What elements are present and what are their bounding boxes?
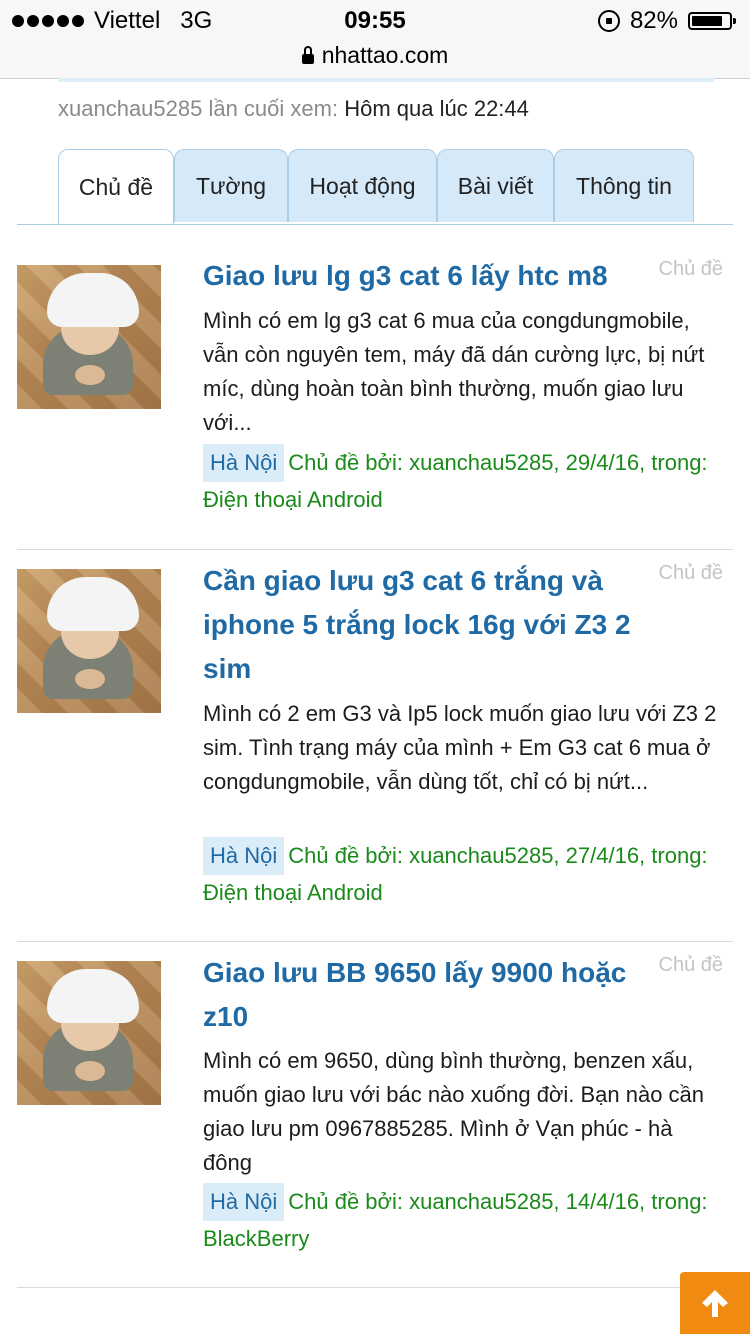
rotation-lock-icon xyxy=(597,10,620,32)
thread-type: Chủ đề xyxy=(658,258,724,280)
last-seen: xuanchau5285 lần cuối xem: Hôm qua lúc 2… xyxy=(58,96,529,122)
status-right: 82% xyxy=(597,7,736,35)
thread-excerpt: Mình có 2 em G3 và Ip5 lock muốn giao lư… xyxy=(203,701,717,794)
thread-type: Chủ đề xyxy=(658,562,724,584)
battery-icon xyxy=(688,12,736,30)
profile-tabs: Chủ đề Tường Hoạt động Bài viết Thông ti… xyxy=(17,149,733,225)
location-badge[interactable]: Hà Nội xyxy=(203,1183,285,1221)
location-badge[interactable]: Hà Nội xyxy=(203,444,285,482)
arrow-up-icon xyxy=(702,1290,728,1317)
location-badge[interactable]: Hà Nội xyxy=(203,837,285,875)
list-item: Giao lưu lg g3 cat 6 lấy htc m8 Chủ đề M… xyxy=(17,224,733,550)
last-seen-value: Hôm qua lúc 22:44 xyxy=(344,96,529,121)
battery-percentage: 82% xyxy=(629,7,678,34)
status-bar: Viettel 3G 09:55 82% xyxy=(0,0,750,40)
list-item: Giao lưu BB 9650 lấy 9900 hoặc z10 Chủ đ… xyxy=(17,941,733,1288)
avatar[interactable] xyxy=(17,961,161,1105)
tab-tuong[interactable]: Tường xyxy=(174,149,288,222)
avatar[interactable] xyxy=(17,569,161,713)
thread-type: Chủ đề xyxy=(658,954,724,976)
url-domain[interactable]: nhattao.com xyxy=(322,42,449,69)
thread-meta: Hà Nội Chủ đề bởi: xuanchau5285, 27/4/16,… xyxy=(203,837,723,911)
scroll-top-button[interactable] xyxy=(680,1272,750,1334)
header-divider xyxy=(58,78,714,82)
battery-fill xyxy=(692,16,722,26)
thread-meta: Hà Nội Chủ đề bởi: xuanchau5285, 14/4/16,… xyxy=(203,1183,723,1257)
thread-excerpt: Mình có em lg g3 cat 6 mua của congdungm… xyxy=(203,308,705,435)
address-bar[interactable]: nhattao.com xyxy=(0,40,750,79)
tab-thong-tin[interactable]: Thông tin xyxy=(554,149,694,222)
tab-bai-viet[interactable]: Bài viết xyxy=(437,149,554,222)
padlock-icon xyxy=(301,45,314,64)
tab-hoat-dong[interactable]: Hoạt động xyxy=(288,149,437,222)
thread-title[interactable]: Giao lưu BB 9650 lấy 9900 hoặc z10 xyxy=(203,951,643,1039)
thread-meta: Hà Nội Chủ đề bởi: xuanchau5285, 29/4/16,… xyxy=(203,444,723,518)
thread-excerpt: Mình có em 9650, dùng bình thường, benze… xyxy=(203,1048,705,1175)
avatar[interactable] xyxy=(17,265,161,409)
thread-title[interactable]: Cần giao lưu g3 cat 6 trắng và iphone 5 … xyxy=(203,559,643,691)
tab-chu-de[interactable]: Chủ đề xyxy=(58,149,174,224)
thread-title[interactable]: Giao lưu lg g3 cat 6 lấy htc m8 xyxy=(203,254,643,298)
last-seen-label: xuanchau5285 lần cuối xem: xyxy=(58,96,339,121)
list-item: Cần giao lưu g3 cat 6 trắng và iphone 5 … xyxy=(17,549,733,942)
